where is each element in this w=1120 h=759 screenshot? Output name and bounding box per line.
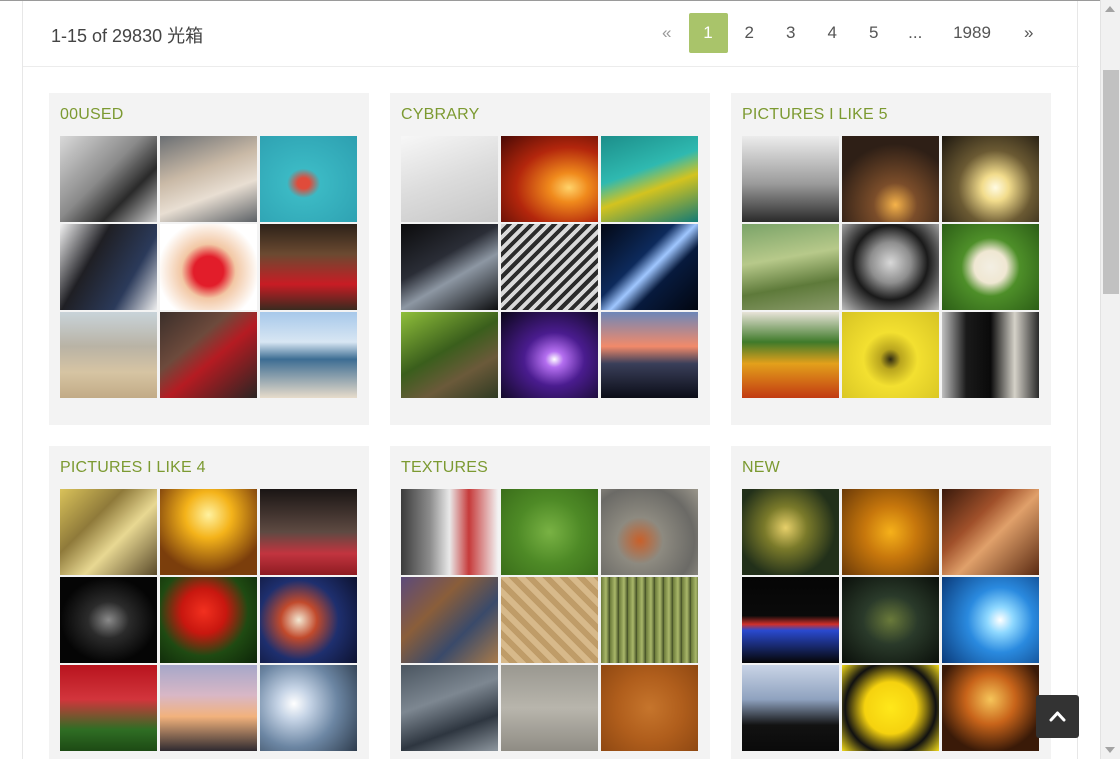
- thumbnail-image[interactable]: [60, 665, 157, 751]
- thumbnail-image[interactable]: [60, 312, 157, 398]
- thumbnail-image[interactable]: [260, 665, 357, 751]
- pagination-page-1[interactable]: 1: [688, 13, 728, 53]
- thumbnail-image[interactable]: [842, 224, 939, 310]
- thumbnail-image[interactable]: [842, 136, 939, 222]
- collection-card[interactable]: 00USED: [49, 93, 369, 425]
- thumbnail-image[interactable]: [501, 136, 598, 222]
- thumbnail-image[interactable]: [501, 665, 598, 751]
- thumbnail-image[interactable]: [160, 224, 257, 310]
- thumbnail-image[interactable]: [60, 489, 157, 575]
- thumbnail-grid: [60, 489, 359, 751]
- pagination-page-last[interactable]: 1989: [936, 13, 1008, 53]
- collection-card[interactable]: PICTURES I LIKE 4: [49, 446, 369, 759]
- thumbnail-image[interactable]: [601, 489, 698, 575]
- pagination-page-4[interactable]: 4: [812, 13, 854, 53]
- scrollbar-thumb[interactable]: [1103, 70, 1119, 294]
- thumbnail-image[interactable]: [601, 136, 698, 222]
- results-header: 1-15 of 29830 光箱 « 1 2 3 4 5 ... 1989 »: [23, 1, 1079, 67]
- thumbnail-image[interactable]: [742, 136, 839, 222]
- thumbnail-image[interactable]: [401, 136, 498, 222]
- thumbnail-image[interactable]: [501, 312, 598, 398]
- collection-card[interactable]: PICTURES I LIKE 5: [731, 93, 1051, 425]
- scroll-down-arrow-icon[interactable]: [1105, 747, 1115, 753]
- thumbnail-image[interactable]: [942, 312, 1039, 398]
- thumbnail-image[interactable]: [942, 224, 1039, 310]
- thumbnail-image[interactable]: [401, 489, 498, 575]
- pagination-page-5[interactable]: 5: [853, 13, 895, 53]
- thumbnail-image[interactable]: [742, 224, 839, 310]
- thumbnail-image[interactable]: [942, 136, 1039, 222]
- collection-card[interactable]: TEXTURES: [390, 446, 710, 759]
- thumbnail-image[interactable]: [601, 577, 698, 663]
- thumbnail-image[interactable]: [401, 312, 498, 398]
- thumbnail-grid: [401, 136, 700, 398]
- thumbnail-image[interactable]: [160, 312, 257, 398]
- thumbnail-grid: [742, 489, 1041, 751]
- chevron-up-icon: [1049, 711, 1066, 722]
- thumbnail-image[interactable]: [160, 136, 257, 222]
- collection-title[interactable]: PICTURES I LIKE 4: [60, 459, 206, 477]
- thumbnail-image[interactable]: [742, 489, 839, 575]
- thumbnail-image[interactable]: [60, 136, 157, 222]
- collection-card[interactable]: CYBRARY: [390, 93, 710, 425]
- thumbnail-image[interactable]: [742, 665, 839, 751]
- collection-title[interactable]: NEW: [742, 459, 780, 477]
- thumbnail-grid: [401, 489, 700, 751]
- thumbnail-image[interactable]: [601, 224, 698, 310]
- thumbnail-image[interactable]: [842, 312, 939, 398]
- thumbnail-image[interactable]: [842, 577, 939, 663]
- thumbnail-image[interactable]: [842, 489, 939, 575]
- collection-title[interactable]: CYBRARY: [401, 106, 479, 124]
- thumbnail-image[interactable]: [942, 665, 1039, 751]
- thumbnail-grid: [60, 136, 359, 398]
- thumbnail-image[interactable]: [60, 577, 157, 663]
- pagination-next[interactable]: »: [1008, 13, 1050, 53]
- gallery-page: 1-15 of 29830 光箱 « 1 2 3 4 5 ... 1989 » …: [22, 1, 1079, 759]
- back-to-top-button[interactable]: [1036, 695, 1079, 738]
- thumbnail-image[interactable]: [260, 224, 357, 310]
- thumbnail-image[interactable]: [601, 665, 698, 751]
- collection-title[interactable]: 00USED: [60, 106, 123, 124]
- thumbnail-image[interactable]: [601, 312, 698, 398]
- thumbnail-image[interactable]: [501, 224, 598, 310]
- thumbnail-image[interactable]: [260, 136, 357, 222]
- thumbnail-image[interactable]: [842, 665, 939, 751]
- thumbnail-image[interactable]: [401, 665, 498, 751]
- thumbnail-grid: [742, 136, 1041, 398]
- vertical-scrollbar[interactable]: [1100, 0, 1120, 759]
- pagination-ellipsis: ...: [908, 23, 923, 42]
- thumbnail-image[interactable]: [260, 489, 357, 575]
- thumbnail-image[interactable]: [401, 577, 498, 663]
- collection-title[interactable]: PICTURES I LIKE 5: [742, 106, 888, 124]
- thumbnail-image[interactable]: [60, 224, 157, 310]
- thumbnail-image[interactable]: [501, 577, 598, 663]
- collection-title[interactable]: TEXTURES: [401, 459, 488, 477]
- thumbnail-image[interactable]: [942, 489, 1039, 575]
- thumbnail-image[interactable]: [260, 577, 357, 663]
- thumbnail-image[interactable]: [942, 577, 1039, 663]
- thumbnail-image[interactable]: [401, 224, 498, 310]
- pagination: « 1 2 3 4 5 ... 1989 »: [646, 13, 1050, 53]
- thumbnail-image[interactable]: [742, 312, 839, 398]
- thumbnail-image[interactable]: [501, 489, 598, 575]
- pagination-page-3[interactable]: 3: [770, 13, 812, 53]
- pagination-page-2[interactable]: 2: [729, 13, 771, 53]
- thumbnail-image[interactable]: [160, 489, 257, 575]
- thumbnail-image[interactable]: [742, 577, 839, 663]
- thumbnail-image[interactable]: [160, 577, 257, 663]
- results-count: 1-15 of 29830 光箱: [51, 26, 204, 46]
- collection-card[interactable]: NEW: [731, 446, 1051, 759]
- thumbnail-image[interactable]: [260, 312, 357, 398]
- scroll-up-arrow-icon[interactable]: [1105, 6, 1115, 12]
- pagination-prev[interactable]: «: [646, 13, 688, 53]
- thumbnail-image[interactable]: [160, 665, 257, 751]
